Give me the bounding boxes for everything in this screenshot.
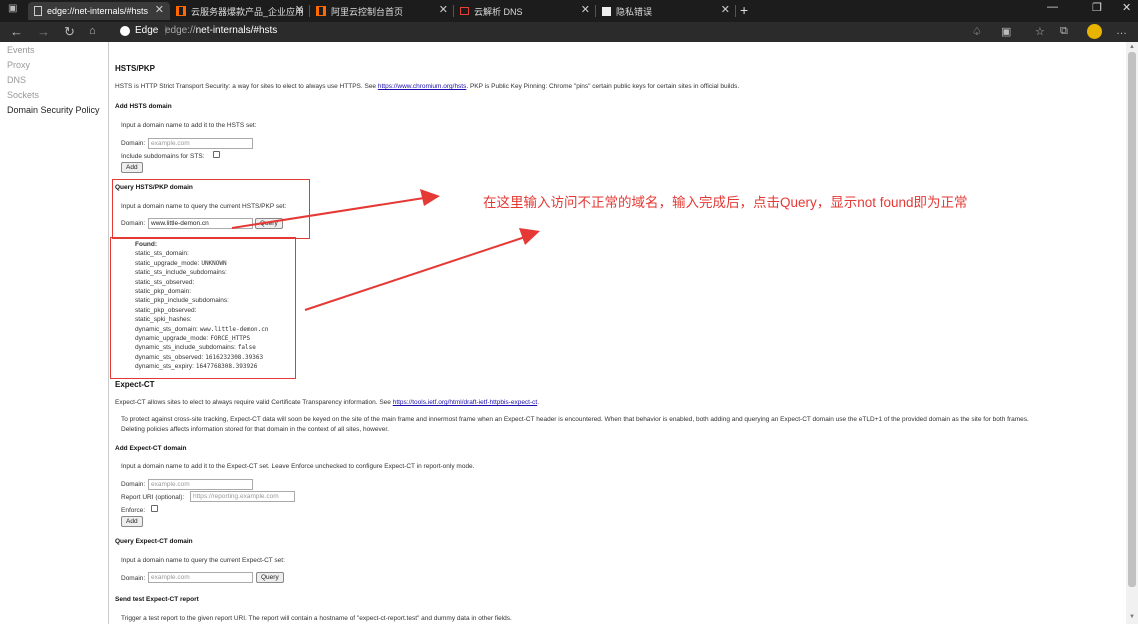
tab-title: 阿里云控制台首页 <box>331 6 404 17</box>
tab-title: 云解析 DNS <box>474 6 523 17</box>
add-expect-ct-prompt: Input a domain name to add it to the Exp… <box>121 463 475 470</box>
forward-icon[interactable]: → <box>37 24 50 39</box>
edge-label: Edge <box>135 25 159 36</box>
scrollbar-thumb[interactable] <box>1128 52 1136 587</box>
close-icon[interactable]: ✕ <box>155 3 164 16</box>
include-subdomains-checkbox[interactable] <box>213 151 220 158</box>
sidebar-item-dns[interactable]: DNS <box>7 75 26 85</box>
close-icon[interactable]: ✕ <box>581 3 590 16</box>
tab-aliyun-console[interactable]: 阿里云控制台首页 ✕ <box>310 2 454 20</box>
sidebar-item-sockets[interactable]: Sockets <box>7 90 39 100</box>
aliyun-icon <box>460 7 469 15</box>
url-path: net-internals/#hsts <box>195 25 278 36</box>
result-highlight-box <box>110 237 296 379</box>
tab-net-internals[interactable]: edge://net-internals/#hsts ✕ <box>28 2 170 20</box>
query-highlight-box <box>112 179 310 239</box>
sidebar: Events Proxy DNS Sockets Domain Security… <box>0 42 108 624</box>
close-window-icon[interactable]: ✕ <box>1122 1 1131 14</box>
send-test-report-title: Send test Expect-CT report <box>115 596 199 603</box>
read-aloud-icon[interactable]: ♤ <box>972 25 982 38</box>
enforce-label: Enforce: <box>121 507 146 514</box>
cert-warning-icon <box>602 6 611 16</box>
send-test-report-prompt: Trigger a test report to the given repor… <box>121 615 512 622</box>
tab-title: 隐私错误 <box>616 6 653 17</box>
expect-ct-query-domain-label: Domain: <box>121 575 146 582</box>
close-icon[interactable]: ✕ <box>721 3 730 16</box>
expect-ct-privacy-note: To protect against cross-site tracking, … <box>121 416 1029 423</box>
tab-title: edge://net-internals/#hsts <box>47 6 149 16</box>
tab-aliyun-products[interactable]: 云服务器爆款产品_企业应用产品 ✕ <box>170 2 310 20</box>
url-scheme: edge:// <box>165 25 196 36</box>
edge-logo-icon <box>120 25 130 36</box>
hsts-domain-input[interactable]: example.com <box>148 138 253 149</box>
annotation-text: 在这里输入访问不正常的域名，输入完成后，点击Query，显示not found即… <box>483 195 968 210</box>
tab-actions-icon[interactable]: ▣ <box>8 3 17 14</box>
sidebar-item-events[interactable]: Events <box>7 45 35 55</box>
hsts-add-button[interactable]: Add <box>121 162 143 173</box>
domain-label: Domain: <box>121 140 146 147</box>
expect-ct-description: Expect-CT allows sites to elect to alway… <box>115 399 540 406</box>
add-hsts-title: Add HSTS domain <box>115 103 172 110</box>
query-expect-ct-prompt: Input a domain name to query the current… <box>121 557 285 564</box>
tab-title: 云服务器爆款产品_企业应用产品 <box>191 6 304 17</box>
hsts-title: HSTS/PKP <box>115 64 156 73</box>
back-icon[interactable]: ← <box>10 24 23 39</box>
expect-ct-title: Expect-CT <box>115 380 155 389</box>
sidebar-divider <box>108 42 109 624</box>
query-expect-ct-title: Query Expect-CT domain <box>115 538 193 545</box>
add-hsts-prompt: Input a domain name to add it to the HST… <box>121 122 257 129</box>
include-subdomains-label: Include subdomains for STS: <box>121 153 205 160</box>
hsts-description: HSTS is HTTP Strict Transport Security: … <box>115 83 740 90</box>
home-icon[interactable]: ⌂ <box>89 25 96 37</box>
close-icon[interactable]: ✕ <box>439 3 448 16</box>
refresh-icon[interactable]: ↻ <box>64 24 75 40</box>
sidebar-item-domain-security-policy[interactable]: Domain Security Policy <box>7 105 100 115</box>
minimize-icon[interactable]: — <box>1047 1 1058 13</box>
more-icon[interactable]: … <box>1116 25 1127 37</box>
add-expect-ct-title: Add Expect-CT domain <box>115 445 187 452</box>
page-icon <box>34 6 42 16</box>
edge-badge: Edge | <box>120 25 167 36</box>
tab-aliyun-dns[interactable]: 云解析 DNS ✕ <box>454 2 596 20</box>
expect-ct-link[interactable]: https://tools.ietf.org/html/draft-ietf-h… <box>393 399 538 406</box>
address-bar[interactable]: edge://net-internals/#hsts <box>165 25 277 36</box>
favorites-icon[interactable]: ☆ <box>1035 25 1045 38</box>
new-tab-button[interactable]: + <box>740 2 748 18</box>
report-uri-input[interactable]: https://reporting.example.com <box>190 491 295 502</box>
sidebar-item-proxy[interactable]: Proxy <box>7 60 30 70</box>
expect-ct-add-button[interactable]: Add <box>121 516 143 527</box>
tab-bar: ▣ edge://net-internals/#hsts ✕ 云服务器爆款产品_… <box>0 0 1138 22</box>
address-toolbar: ← → ↻ ⌂ Edge | edge://net-internals/#hst… <box>0 22 1138 42</box>
aliyun-icon <box>176 6 186 16</box>
expect-ct-query-button[interactable]: Query <box>256 572 284 583</box>
expect-ct-domain-label: Domain: <box>121 481 146 488</box>
expect-ct-query-input[interactable]: example.com <box>148 572 253 583</box>
tab-privacy-error[interactable]: 隐私错误 ✕ <box>596 2 736 20</box>
maximize-icon[interactable]: ❐ <box>1092 1 1102 14</box>
close-icon[interactable]: ✕ <box>295 3 304 16</box>
expect-ct-domain-input[interactable]: example.com <box>148 479 253 490</box>
scroll-down-icon[interactable]: ▼ <box>1129 614 1135 620</box>
profile-avatar[interactable] <box>1087 24 1102 39</box>
expect-ct-privacy-note-2: Deleting policies affects information st… <box>121 426 389 433</box>
aliyun-icon <box>316 6 326 16</box>
report-uri-label: Report URI (optional): <box>121 494 185 501</box>
screenshot-icon[interactable]: ▣ <box>1001 25 1011 38</box>
hsts-link[interactable]: https://www.chromium.org/hsts <box>378 83 467 90</box>
page-scrollbar[interactable]: ▲ ▼ <box>1126 42 1138 624</box>
enforce-checkbox[interactable] <box>151 505 158 512</box>
scroll-up-icon[interactable]: ▲ <box>1129 44 1135 50</box>
collections-icon[interactable]: ⧉ <box>1060 25 1068 38</box>
